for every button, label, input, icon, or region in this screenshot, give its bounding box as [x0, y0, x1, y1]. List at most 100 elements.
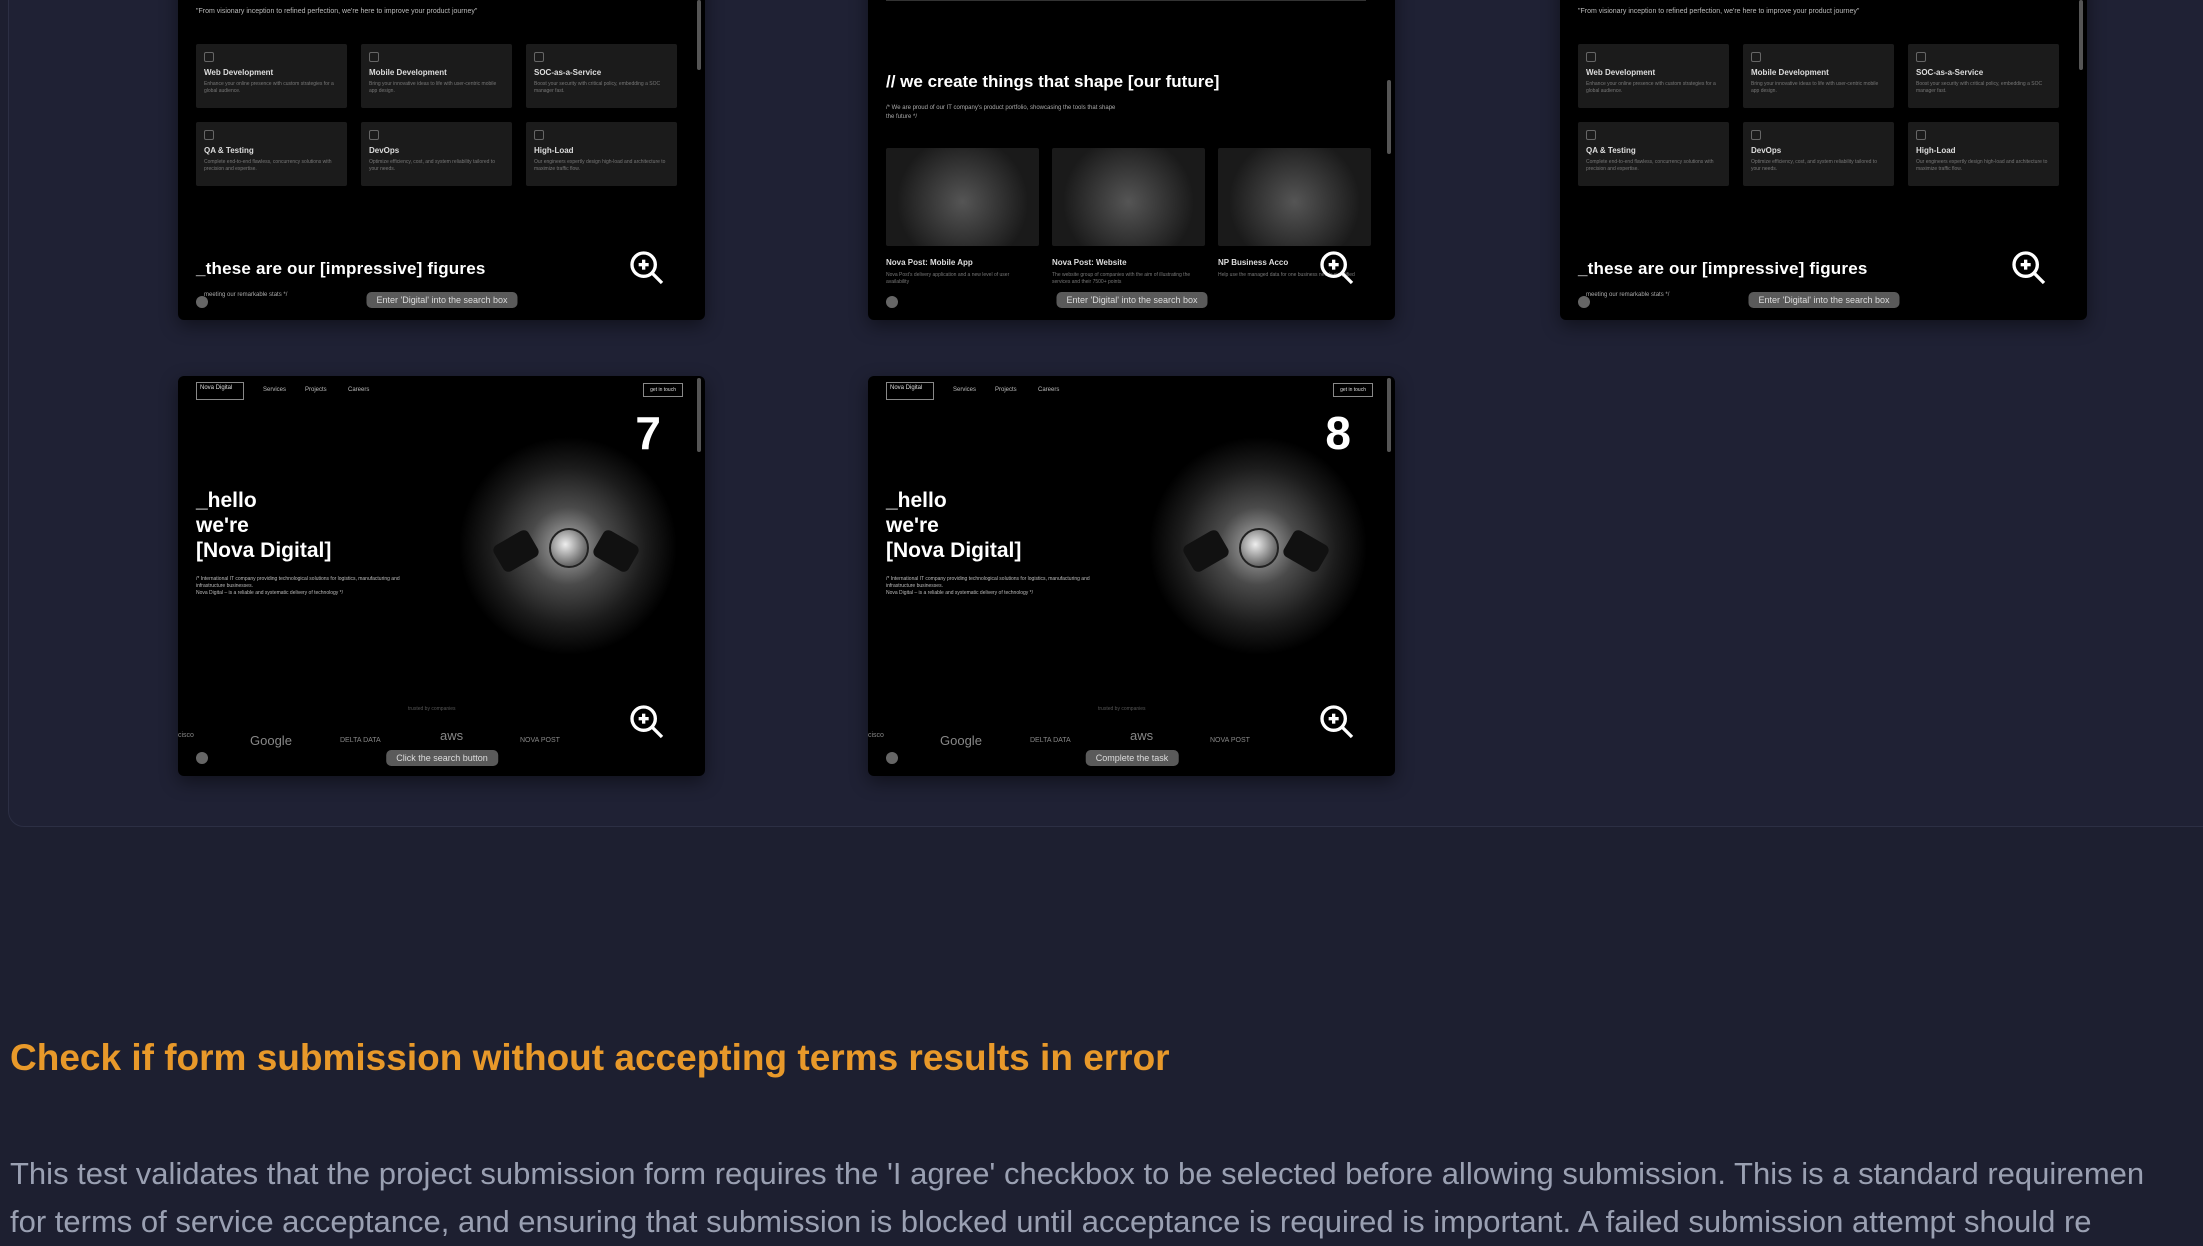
zoom-in-icon[interactable]: [627, 702, 667, 742]
status-dot: [1578, 296, 1590, 308]
service-icon: [204, 130, 214, 140]
logos-caption: trusted by companies: [1098, 706, 1146, 712]
service-desc: Enhance your online presence with custom…: [1586, 81, 1716, 94]
step-tooltip: Enter 'Digital' into the search box: [366, 292, 518, 308]
project-thumbnail-device: [1218, 148, 1371, 246]
service-icon: [534, 52, 544, 62]
screenshot-card-projects[interactable]: // we create things that shape [our futu…: [868, 0, 1395, 320]
logos-caption: trusted by companies: [408, 706, 456, 712]
step-number: 7: [635, 407, 661, 459]
service-title: SOC-as-a-Service: [1916, 68, 1984, 77]
service-desc: Boost your security with critical policy…: [1916, 81, 2043, 94]
step-tooltip: Click the search button: [386, 750, 498, 766]
service-title: SOC-as-a-Service: [534, 68, 602, 77]
hero-subtext: /* International IT company providing te…: [886, 576, 1096, 597]
screenshot-card-hero-8[interactable]: Nova Digital Services Projects Careers g…: [868, 376, 1395, 776]
hero-line: _hello: [886, 489, 947, 512]
zoom-in-icon[interactable]: [1317, 702, 1357, 742]
zoom-in-icon[interactable]: [2009, 248, 2049, 288]
description-line: This test validates that the project sub…: [10, 1156, 2145, 1191]
logo-novapost: NOVA POST: [520, 737, 560, 744]
service-card: DevOps Optimize efficiency, cost, and sys…: [361, 122, 512, 186]
description-line: for terms of service acceptance, and ens…: [10, 1204, 2092, 1239]
zoom-in-icon[interactable]: [1317, 248, 1357, 288]
service-title: QA & Testing: [204, 146, 254, 155]
status-dot: [196, 752, 208, 764]
logo-aws: aws: [440, 728, 464, 743]
nav-link-projects: Projects: [305, 387, 327, 393]
scrollbar[interactable]: [697, 378, 701, 452]
hero-line: we're: [886, 514, 939, 537]
hero-sub-line: Nova Digital – is a reliable and systema…: [196, 590, 344, 596]
service-card: High-Load Our engineers expertly design h…: [526, 122, 677, 186]
service-card: High-Load Our engineers expertly design h…: [1908, 122, 2059, 186]
logo-cisco: cisco: [868, 732, 884, 739]
service-title: Web Development: [204, 68, 274, 77]
scrollbar[interactable]: [1387, 378, 1391, 452]
status-dot: [886, 752, 898, 764]
service-icon: [1751, 52, 1761, 62]
project-label: Nova Post: Website: [1052, 258, 1127, 267]
logo-novapost: NOVA POST: [1210, 737, 1250, 744]
divider: [886, 0, 1366, 1]
project-desc: The website group of companies with the …: [1052, 272, 1191, 285]
service-icon: [204, 52, 214, 62]
status-dot: [886, 296, 898, 308]
service-card: QA & Testing Complete end-to-end flawless…: [1578, 122, 1729, 186]
figures-heading: _these are our [impressive] figures: [1578, 259, 1868, 278]
logo-google: Google: [940, 733, 982, 748]
step-number: 8: [1325, 407, 1351, 459]
status-dot: [196, 296, 208, 308]
service-desc: Our engineers expertly design high-load …: [534, 159, 666, 172]
zoom-in-icon[interactable]: [627, 248, 667, 288]
service-desc: Boost your security with critical policy…: [534, 81, 661, 94]
scrollbar[interactable]: [697, 0, 701, 70]
step-tooltip: Complete the task: [1085, 750, 1179, 766]
service-desc: Bring your innovative ideas to life with…: [1751, 81, 1879, 94]
service-card: DevOps Optimize efficiency, cost, and sys…: [1743, 122, 1894, 186]
hero-sub-line: /* International IT company providing te…: [196, 576, 400, 589]
test-case-description: This test validates that the project sub…: [10, 1150, 2196, 1246]
hero-subtext: /* International IT company providing te…: [196, 576, 406, 597]
service-card: Web Development Enhance your online prese…: [1578, 44, 1729, 108]
service-card: SOC-as-a-Service Boost your security with…: [1908, 44, 2059, 108]
logo-delta: DELTA DATA: [340, 737, 381, 744]
logo-google: Google: [250, 733, 292, 748]
service-icon: [1916, 52, 1926, 62]
service-card: QA & Testing Complete end-to-end flawless…: [196, 122, 347, 186]
services-intro: "From visionary inception to refined per…: [1578, 8, 1860, 15]
service-title: High-Load: [534, 146, 574, 155]
service-title: Mobile Development: [369, 68, 447, 77]
project-thumbnail-phone: [886, 148, 1039, 246]
hero-sub-line: /* International IT company providing te…: [886, 576, 1090, 589]
screenshot-card-services-1[interactable]: "From visionary inception to refined per…: [178, 0, 705, 320]
nav-link-services: Services: [953, 387, 977, 393]
service-desc: Complete end-to-end flawless, concurrenc…: [1586, 159, 1714, 172]
nav-link-careers: Careers: [348, 387, 370, 393]
service-desc: Enhance your online presence with custom…: [204, 81, 334, 94]
service-desc: Bring your innovative ideas to life with…: [369, 81, 497, 94]
service-icon: [369, 130, 379, 140]
globe-icon: [1239, 528, 1279, 568]
scrollbar[interactable]: [2079, 0, 2083, 70]
hero-heading: _hello we're [Nova Digital]: [886, 488, 1021, 563]
figures-sub: meeting our remarkable stats */: [1586, 292, 1670, 298]
service-title: Web Development: [1586, 68, 1656, 77]
service-card: Mobile Development Bring your innovative …: [361, 44, 512, 108]
hero-line: _hello: [196, 489, 257, 512]
hero-line: [Nova Digital]: [196, 539, 332, 562]
service-desc: Optimize efficiency, cost, and system re…: [1751, 159, 1877, 172]
contact-button: get in touch: [643, 383, 683, 397]
project-desc: Nova Post's delivery application and a n…: [886, 272, 1010, 285]
scrollbar[interactable]: [1387, 80, 1391, 154]
service-desc: Optimize efficiency, cost, and system re…: [369, 159, 495, 172]
service-desc: Complete end-to-end flawless, concurrenc…: [204, 159, 332, 172]
hero-line: we're: [196, 514, 249, 537]
nav-link-services: Services: [263, 387, 287, 393]
contact-button: get in touch: [1333, 383, 1373, 397]
figures-heading: _these are our [impressive] figures: [196, 259, 486, 278]
screenshot-card-services-2[interactable]: "From visionary inception to refined per…: [1560, 0, 2087, 320]
screenshot-card-hero-7[interactable]: Nova Digital Services Projects Careers g…: [178, 376, 705, 776]
brand-logo: Nova Digital: [886, 382, 934, 400]
brand-logo: Nova Digital: [196, 382, 244, 400]
